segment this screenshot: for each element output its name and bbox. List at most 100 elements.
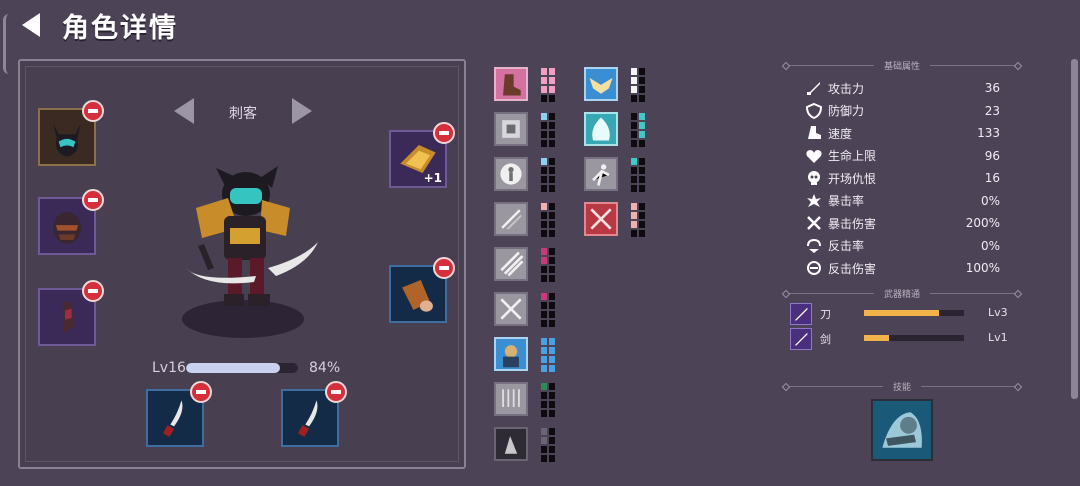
- stat-value: 0%: [980, 193, 1000, 208]
- remove-bracer-button[interactable]: [433, 257, 455, 279]
- weapon-slot-1[interactable]: [146, 381, 212, 447]
- mastery-row: 刀 Lv3: [790, 303, 1010, 325]
- skill-rank-pip: [541, 167, 547, 174]
- dodge-figure-icon[interactable]: [584, 157, 618, 191]
- page-title: 角色详情: [62, 13, 178, 44]
- skill-rank-pips: [541, 383, 555, 417]
- mastery-title: 武器精通: [884, 290, 921, 300]
- skill-rank-pip: [549, 365, 555, 372]
- skill-rank-pip: [541, 275, 547, 282]
- skill-rank-pip: [631, 230, 637, 237]
- skill-rank-pip: [631, 176, 637, 183]
- skill-rank-pip: [549, 248, 555, 255]
- body-target-icon[interactable]: [494, 157, 528, 191]
- skill-rank-pip: [639, 167, 645, 174]
- upgrade-badge: +1: [423, 171, 442, 185]
- spirit-icon[interactable]: [584, 112, 618, 146]
- stat-row: 生命上限 96: [805, 146, 1000, 166]
- skill-rank-pip: [549, 338, 555, 345]
- back-button[interactable]: [20, 11, 46, 39]
- skill-art: [873, 401, 931, 459]
- crossed-burst-icon: [807, 216, 821, 230]
- bracer-slot[interactable]: [389, 257, 455, 323]
- heart-icon: [806, 149, 822, 163]
- skill-rank-pip: [631, 95, 637, 102]
- skill-rank-pip: [541, 311, 547, 318]
- blades-icon[interactable]: [494, 202, 528, 236]
- remove-weapon-1-button[interactable]: [190, 381, 212, 403]
- level-progress-text: 84%: [309, 360, 341, 376]
- skill-rank-pip: [541, 185, 547, 192]
- skill-rank-pip: [541, 230, 547, 237]
- sword-weapon-icon: [790, 328, 812, 350]
- scrollbar[interactable]: [1071, 59, 1078, 399]
- skill-rank-pip: [549, 221, 555, 228]
- mask-slot[interactable]: [38, 189, 104, 255]
- helmet-slot[interactable]: [38, 100, 104, 166]
- skill-rank-pip: [639, 221, 645, 228]
- stat-value: 0%: [980, 238, 1000, 253]
- skill-rank-pip: [549, 455, 555, 462]
- plate-armor-icon[interactable]: [494, 112, 528, 146]
- frost-knight-skill-icon[interactable]: [871, 399, 933, 461]
- basic-stats-header: 基础属性: [781, 59, 1023, 72]
- remove-gauntlet-button[interactable]: [82, 280, 104, 302]
- crossed-swords-icon[interactable]: [494, 292, 528, 326]
- skill-rank-pip: [549, 311, 555, 318]
- talent-title: 技能: [893, 383, 912, 393]
- skill-rank-pip: [549, 257, 555, 264]
- remove-helmet-button[interactable]: [82, 100, 104, 122]
- stat-value: 133: [977, 126, 1000, 140]
- winged-emblem-icon[interactable]: [584, 67, 618, 101]
- gauntlet-slot[interactable]: [38, 280, 104, 346]
- rain-icon[interactable]: [494, 382, 528, 416]
- boots-icon[interactable]: [494, 67, 528, 101]
- skill-rank-pip: [631, 131, 637, 138]
- class-next-arrow[interactable]: [292, 96, 314, 126]
- skill-rank-pip: [541, 131, 547, 138]
- skill-rank-pip: [541, 113, 547, 120]
- skill-rank-pip: [549, 320, 555, 327]
- skill-rank-pip: [639, 86, 645, 93]
- counter-blades-icon[interactable]: [584, 202, 618, 236]
- mastery-header: 武器精通: [781, 287, 1023, 300]
- weapon-slot-2[interactable]: [281, 381, 347, 447]
- counter-damage-icon: [807, 261, 821, 275]
- skill-rank-pips: [631, 68, 645, 102]
- skill-rank-pip: [549, 113, 555, 120]
- basic-stats-title: 基础属性: [884, 62, 921, 72]
- skill-rank-pip: [549, 437, 555, 444]
- skill-rank-pip: [631, 158, 637, 165]
- class-name: 刺客: [229, 106, 257, 122]
- skill-rank-pip: [549, 275, 555, 282]
- stat-name: 暴击伤害: [828, 216, 877, 231]
- remove-mask-button[interactable]: [82, 189, 104, 211]
- skill-rank-pip: [631, 221, 637, 228]
- weapon-name: 刀: [820, 308, 831, 321]
- skill-rank-pip: [549, 212, 555, 219]
- skill-rank-pip: [639, 68, 645, 75]
- skill-rank-pip: [631, 185, 637, 192]
- dark-figure-icon[interactable]: [494, 427, 528, 461]
- skill-rank-pip: [549, 140, 555, 147]
- armor-slot[interactable]: +1: [389, 122, 455, 188]
- class-prev-arrow[interactable]: [174, 96, 196, 126]
- claw-slash-icon[interactable]: [494, 247, 528, 281]
- shield-icon: [805, 102, 823, 119]
- stat-name: 反击伤害: [828, 261, 877, 276]
- skill-rank-pip: [541, 95, 547, 102]
- skill-rank-pip: [541, 437, 547, 444]
- assassin-character: [186, 166, 318, 306]
- mastery-row: 剑 Lv1: [790, 328, 1010, 350]
- level-progress-fill: [186, 363, 281, 373]
- skill-rank-pips: [631, 158, 645, 192]
- stat-row: 攻击力 36: [805, 78, 1000, 98]
- remove-weapon-2-button[interactable]: [325, 381, 347, 403]
- remove-armor-button[interactable]: [433, 122, 455, 144]
- skill-rank-pips: [541, 428, 555, 462]
- stat-value: 200%: [965, 216, 1000, 230]
- stat-name: 开场仇恨: [828, 171, 877, 186]
- skill-rank-pip: [549, 446, 555, 453]
- warrior-portrait-icon[interactable]: [494, 337, 528, 371]
- stat-row: 防御力 23: [805, 101, 1000, 121]
